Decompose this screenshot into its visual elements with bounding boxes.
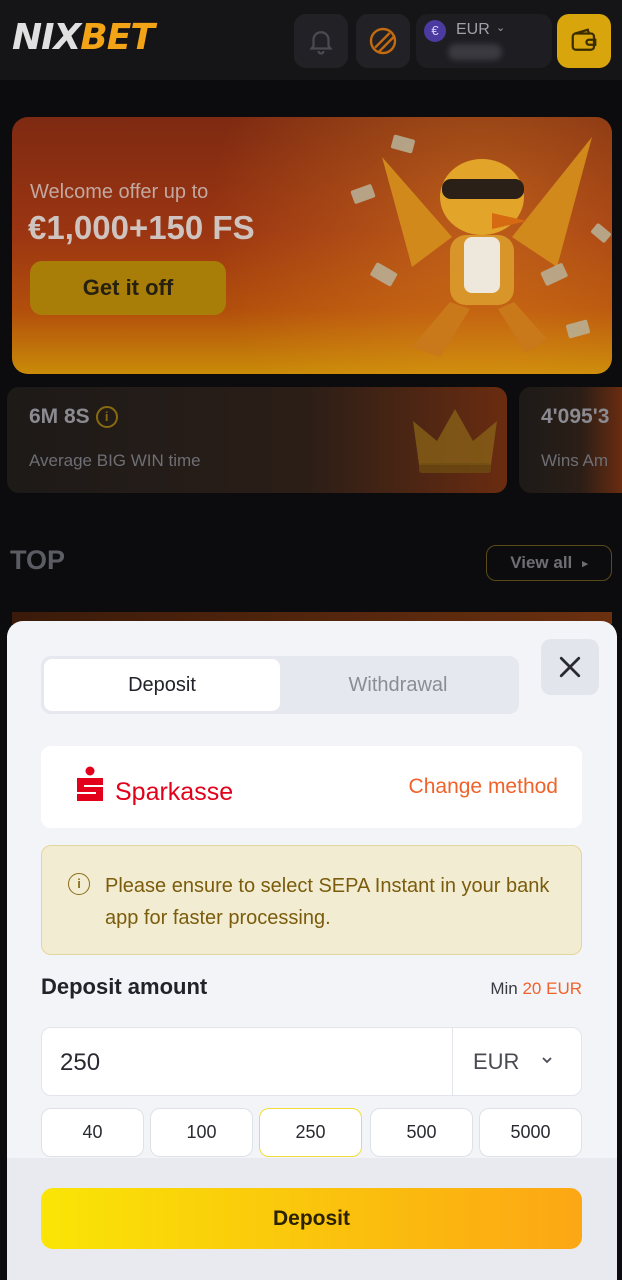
view-all-button[interactable]: View all ▸ [486,545,612,581]
deposit-modal: Deposit Withdrawal Sparkasse Change meth… [7,621,617,1280]
banner-title: €1,000+150 FS [28,209,255,246]
close-button[interactable] [541,639,599,695]
amount-input-group: 250 EUR [41,1027,582,1096]
get-offer-button[interactable]: Get it off [30,261,226,315]
info-icon: i [68,873,90,895]
top-bar: NIXBET € EUR ⌄ [0,0,622,80]
notice-text: Please ensure to select SEPA Instant in … [105,875,550,929]
currency-label: EUR [456,21,490,38]
currency-select[interactable]: EUR [473,1049,519,1075]
welcome-offer-banner[interactable]: Welcome offer up to €1,000+150 FS Get it… [12,117,612,374]
hidden-balance [448,44,502,60]
deposit-withdrawal-tabs: Deposit Withdrawal [41,656,519,714]
divider [452,1028,453,1095]
wheel-bonus-button[interactable] [356,14,410,68]
amount-input[interactable]: 250 [60,1049,100,1077]
balance-currency-selector[interactable]: € EUR ⌄ [416,14,552,68]
stat-value: 4'095'3 [541,405,610,428]
quick-amount-5000[interactable]: 5000 [479,1108,582,1157]
quick-amount-100[interactable]: 100 [150,1108,253,1157]
notifications-button[interactable] [294,14,348,68]
chevron-down-icon [542,1057,552,1064]
info-icon[interactable]: i [95,406,118,428]
wheel-icon [369,27,397,55]
quick-amount-500[interactable]: 500 [370,1108,473,1157]
stat-card-wins-amount: 4'095'3 Wins Am [519,387,622,493]
tab-deposit[interactable]: Deposit [44,659,280,711]
stat-value: 6M 8S [29,405,90,428]
quick-amount-40[interactable]: 40 [41,1108,144,1157]
bell-icon [309,31,333,55]
sparkasse-logo-icon [77,766,103,801]
stat-label: Average BIG WIN time [29,451,201,470]
deposit-submit-button[interactable]: Deposit [41,1188,582,1249]
quick-amount-250[interactable]: 250 [259,1108,362,1157]
euro-coin-icon: € [424,20,446,42]
min-amount: Min 20 EUR [490,979,582,998]
payment-method-name: Sparkasse [115,778,234,806]
payment-method-card: Sparkasse Change method [41,746,582,828]
crown-icon [413,409,497,473]
nixbet-logo[interactable]: NIXBET [12,20,155,56]
banner-subtitle: Welcome offer up to [30,181,209,203]
change-method-link[interactable]: Change method [409,775,558,799]
stat-card-big-win-time: 6M 8S i Average BIG WIN time [7,387,507,493]
deposit-amount-label: Deposit amount [41,974,208,999]
tab-withdrawal[interactable]: Withdrawal [280,659,516,711]
close-icon [559,656,581,678]
view-all-label: View all [510,553,573,572]
wallet-icon [571,28,597,51]
wallet-button[interactable] [557,14,611,68]
chevron-down-icon: ⌄ [496,22,506,34]
chevron-right-icon: ▸ [582,557,588,570]
sepa-notice: i Please ensure to select SEPA Instant i… [41,845,582,955]
stat-label: Wins Am [541,451,609,470]
min-amount-value: 20 EUR [522,979,582,998]
section-title-top: TOP [10,545,66,575]
mascot-bird-illustration [350,134,611,357]
